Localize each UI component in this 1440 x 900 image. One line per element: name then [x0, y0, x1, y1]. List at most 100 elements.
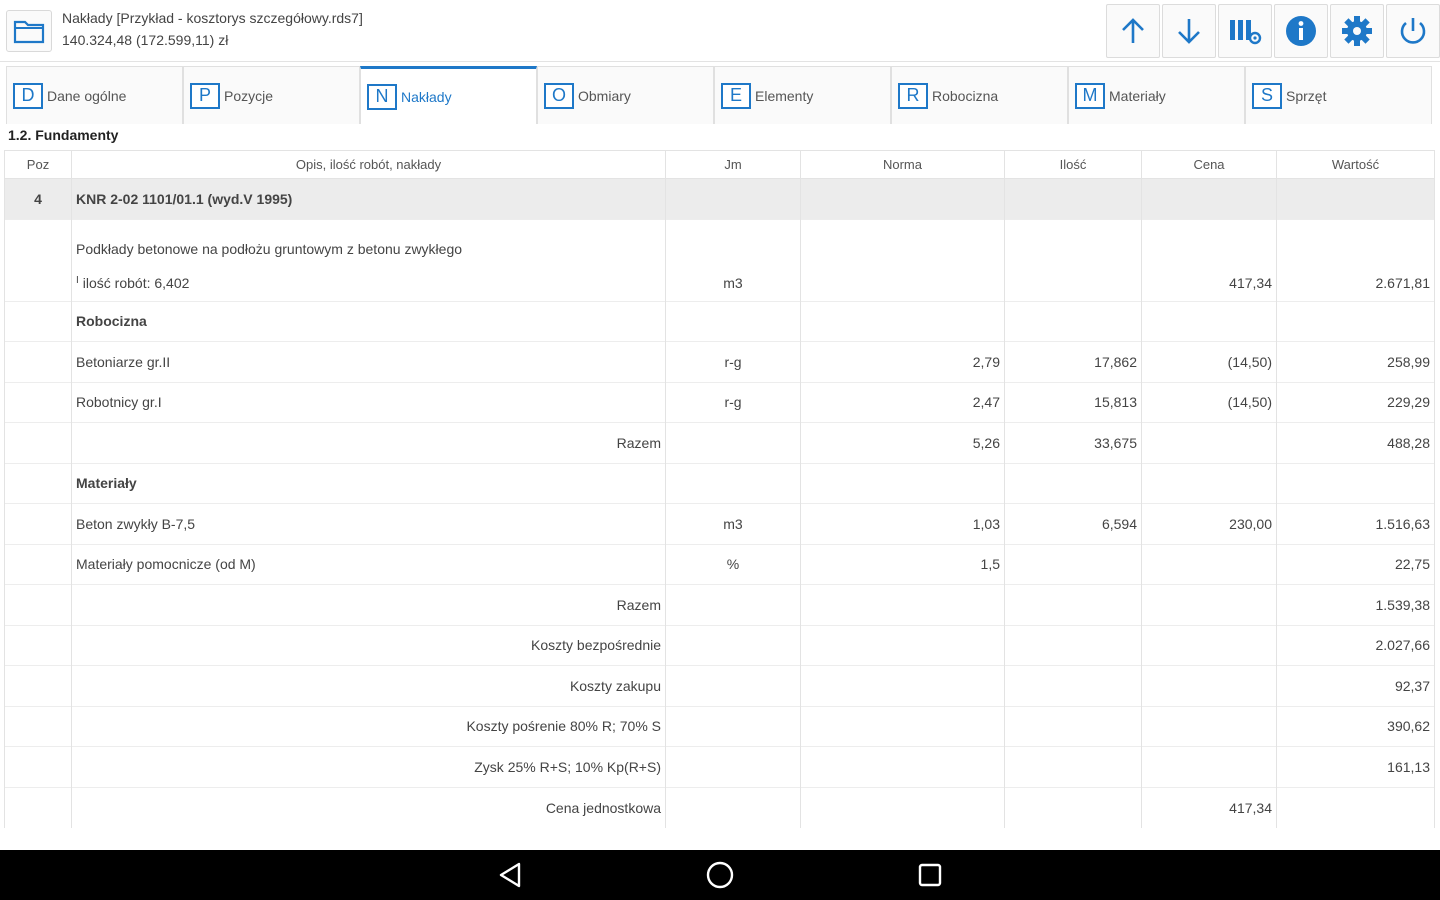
- costs-table: Poz Opis, ilość robót, nakłady Jm Norma …: [4, 150, 1435, 828]
- unit-cell: [665, 665, 801, 706]
- tab-sprzet[interactable]: S Sprzęt: [1245, 66, 1432, 124]
- tab-label: Dane ogólne: [47, 87, 127, 104]
- quantity-line: Iilość robót: 6,402: [76, 275, 661, 291]
- tab-robocizna[interactable]: R Robocizna: [891, 66, 1068, 124]
- column-header[interactable]: Norma: [800, 150, 1005, 179]
- description-cell: Zysk 25% R+S; 10% Kp(R+S): [71, 746, 666, 787]
- description-cell: Beton zwykły B-7,5: [71, 503, 666, 544]
- empty-cell: [4, 665, 72, 706]
- description-cell: Razem: [71, 422, 666, 463]
- quantity-cell: 6,594: [1004, 503, 1142, 544]
- column-header[interactable]: Poz: [4, 150, 72, 179]
- summary-row[interactable]: Cena jednostkowa 417,34: [4, 786, 1435, 828]
- home-button[interactable]: [690, 850, 750, 900]
- norm-cell: 2,47: [800, 381, 1005, 423]
- gear-icon: [1342, 16, 1372, 46]
- info-button[interactable]: [1274, 4, 1328, 58]
- quantity-cell: [1004, 746, 1142, 787]
- unit-cell: %: [665, 543, 801, 585]
- column-header[interactable]: Ilość: [1004, 150, 1142, 179]
- price-cell: [1141, 705, 1277, 747]
- power-icon: [1400, 18, 1426, 44]
- empty-cell: [800, 178, 1005, 219]
- tab-materialy[interactable]: M Materiały: [1068, 66, 1245, 124]
- norm-cell: [800, 624, 1005, 666]
- summary-row[interactable]: Koszty pośrenie 80% R; 70% S 390,62: [4, 705, 1435, 747]
- unit-cell: [665, 786, 801, 828]
- value-cell: [1276, 462, 1435, 504]
- summary-row[interactable]: Zysk 25% R+S; 10% Kp(R+S) 161,13: [4, 746, 1435, 787]
- unit-cell: [665, 624, 801, 666]
- empty-cell: [4, 746, 72, 787]
- tab-label: Materiały: [1109, 87, 1166, 104]
- tab-elementy[interactable]: E Elementy: [714, 66, 891, 124]
- value-cell: 1.539,38: [1276, 584, 1435, 625]
- system-nav-bar: [0, 850, 1440, 900]
- empty-cell: [4, 624, 72, 666]
- value-cell: 2.027,66: [1276, 624, 1435, 666]
- position-description-row[interactable]: Podkłady betonowe na podłożu gruntowym z…: [4, 218, 1435, 301]
- open-file-button[interactable]: [6, 10, 52, 52]
- back-button[interactable]: [480, 850, 540, 900]
- power-button[interactable]: [1386, 4, 1440, 58]
- summary-row[interactable]: Razem 1.539,38: [4, 584, 1435, 625]
- summary-row[interactable]: Koszty bezpośrednie 2.027,66: [4, 624, 1435, 666]
- tab-naklady[interactable]: N Nakłady: [360, 66, 537, 124]
- tab-key: R: [898, 82, 928, 109]
- quantity-cell: [1004, 584, 1142, 625]
- settings-button[interactable]: [1330, 4, 1384, 58]
- arrow-down-icon: [1178, 19, 1200, 44]
- value-cell: [1276, 300, 1435, 342]
- unit-cell: [665, 584, 801, 625]
- quantity-cell: [1004, 300, 1142, 342]
- tab-obmiary[interactable]: O Obmiary: [537, 66, 714, 124]
- tab-key: O: [544, 82, 574, 109]
- norm-cell: [800, 584, 1005, 625]
- position-number: 4: [4, 178, 72, 219]
- table-row[interactable]: Robotnicy gr.I r-g 2,47 15,813 (14,50) 229,29: [4, 381, 1435, 423]
- description-cell: Robotnicy gr.I: [71, 381, 666, 423]
- tab-key: P: [190, 82, 220, 109]
- description-cell: Koszty zakupu: [71, 665, 666, 706]
- document-total: 140.324,48 (172.599,11) zł: [62, 32, 229, 48]
- quantity-cell: 33,675: [1004, 422, 1142, 463]
- column-header[interactable]: Wartość: [1276, 150, 1435, 179]
- table-header-row: Poz Opis, ilość robót, nakłady Jm Norma …: [4, 150, 1435, 179]
- value-cell: 1.516,63: [1276, 503, 1435, 544]
- column-header[interactable]: Opis, ilość robót, nakłady: [71, 150, 666, 179]
- summary-row[interactable]: Razem 5,26 33,675 488,28: [4, 422, 1435, 463]
- tab-key: M: [1075, 82, 1105, 109]
- empty-cell: [4, 584, 72, 625]
- tab-bar: D Dane ogólne P Pozycje N Nakłady O Obmi…: [6, 66, 1432, 124]
- recents-button[interactable]: [900, 850, 960, 900]
- quantity-cell: [1004, 624, 1142, 666]
- table-row[interactable]: Beton zwykły B-7,5 m3 1,03 6,594 230,00 1.516…: [4, 503, 1435, 544]
- move-down-button[interactable]: [1162, 4, 1216, 58]
- table-row[interactable]: Betoniarze gr.II r-g 2,79 17,862 (14,50) 258,…: [4, 341, 1435, 382]
- value-cell: [1276, 786, 1435, 828]
- tab-dane-ogolne[interactable]: D Dane ogólne: [6, 66, 183, 124]
- move-up-button[interactable]: [1106, 4, 1160, 58]
- document-title: Nakłady [Przykład - kosztorys szczegółow…: [62, 10, 363, 26]
- empty-cell: [4, 503, 72, 544]
- unit-cell: m3: [665, 503, 801, 544]
- unit-cell: [665, 300, 801, 342]
- price-cell: [1141, 300, 1277, 342]
- columns-settings-icon: [1230, 20, 1262, 45]
- description-text: Podkłady betonowe na podłożu gruntowym z…: [76, 240, 463, 257]
- summary-row[interactable]: Koszty zakupu 92,37: [4, 665, 1435, 706]
- tab-key: S: [1252, 82, 1282, 109]
- folder-icon: [13, 20, 45, 44]
- column-header[interactable]: Jm: [665, 150, 801, 179]
- empty-cell: [4, 341, 72, 382]
- position-row[interactable]: 4 KNR 2-02 1101/01.1 (wyd.V 1995): [4, 178, 1435, 219]
- price-cell: [1141, 584, 1277, 625]
- column-header[interactable]: Cena: [1141, 150, 1277, 179]
- category-row[interactable]: Robocizna: [4, 300, 1435, 342]
- table-row[interactable]: Materiały pomocnicze (od M)% 1,5 22,75: [4, 543, 1435, 585]
- tab-pozycje[interactable]: P Pozycje: [183, 66, 360, 124]
- category-row[interactable]: Materiały: [4, 462, 1435, 504]
- columns-settings-button[interactable]: [1218, 4, 1272, 58]
- home-icon: [706, 861, 734, 889]
- empty-cell: [1004, 178, 1142, 219]
